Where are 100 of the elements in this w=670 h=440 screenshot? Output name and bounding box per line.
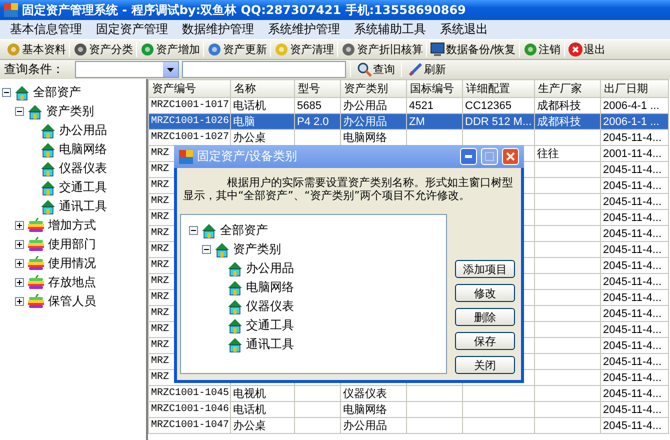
toolbar-button[interactable]: 资产清理 [272,40,336,59]
expand-icon[interactable] [15,221,24,230]
table-cell: MRZC1001-1046 [151,404,230,415]
toolbar-button[interactable]: 资产增加 [138,40,202,59]
table-cell: 2045-11-4... [603,324,662,336]
table-cell: 2045-11-4... [603,260,662,272]
table-cell: 办公用品 [343,420,387,432]
table-cell: MRZ [151,180,170,191]
expand-icon[interactable] [15,259,24,268]
close-button[interactable] [502,148,519,165]
tree-item[interactable]: 办公用品 [246,260,294,277]
refresh-icon [408,62,423,77]
tree-item[interactable]: 全部资产 [33,84,81,101]
table-row[interactable]: MRZC1001-1046 电话机 电脑网络 2045-11-4... [148,402,668,418]
tree-item[interactable]: 交通工具 [246,317,294,334]
column-header[interactable]: 生产厂家 [534,80,600,98]
column-header[interactable]: 详细配置 [462,80,534,98]
tree-item[interactable]: 通讯工具 [246,336,294,353]
tree-item[interactable]: 电脑网络 [59,141,107,158]
column-header[interactable]: 名称 [230,80,294,98]
table-cell: MRZ [151,212,170,223]
table-cell: MRZ [151,340,170,351]
table-cell: 往往 [537,148,559,160]
dialog-title: 固定资产/设备类别 [197,148,298,165]
column-header[interactable]: 资产编号 [148,80,230,98]
tree-item[interactable]: 增加方式 [48,217,96,234]
table-cell: 2045-11-4... [603,308,662,320]
dialog-button[interactable]: 关闭 [455,356,515,374]
table-cell: 2045-11-4... [603,228,662,240]
table-row[interactable]: MRZC1001-1027 办公桌 电脑网络 2045-11-4... [148,130,668,146]
apple-icon [27,236,45,252]
collapse-icon[interactable] [189,226,198,235]
table-cell: MRZ [151,260,170,271]
toolbar-button[interactable]: 退出 [566,40,608,59]
expand-icon[interactable] [15,278,24,287]
tree-item[interactable]: 通讯工具 [59,198,107,215]
tree-item[interactable]: 使用部门 [48,236,96,253]
table-cell: MRZ [151,148,170,159]
dropdown-arrow-icon [167,68,174,72]
dialog-button[interactable]: 保存 [455,332,515,350]
dialog-button[interactable]: 删除 [455,308,515,326]
dialog-button[interactable]: 修改 [455,284,515,302]
collapse-icon[interactable] [15,107,24,116]
toolbar-button[interactable]: 刷新 [406,60,448,79]
apple-icon [27,256,45,272]
tree-item[interactable]: 办公用品 [59,122,107,139]
house-icon [227,318,243,334]
table-cell: 2045-11-4... [603,420,662,432]
tree-item[interactable]: 使用情况 [48,255,96,272]
expand-icon[interactable] [15,240,24,249]
menu-item[interactable]: 系统辅助工具 [348,21,432,38]
collapse-icon[interactable] [202,245,211,254]
tree-item[interactable]: 资产类别 [46,103,94,120]
toolbar-button[interactable]: 基本资料 [4,40,68,59]
house-icon [227,280,243,296]
tree-item[interactable]: 仪器仪表 [59,160,107,177]
maximize-icon [485,152,494,161]
column-header[interactable]: 型号 [294,80,340,98]
house-icon [14,84,30,100]
expand-icon[interactable] [15,297,24,306]
toolbar-button[interactable]: 资产分类 [71,40,135,59]
house-icon [214,242,230,258]
toolbar-button[interactable]: 资产更新 [205,40,269,59]
menu-item[interactable]: 固定资产管理 [90,21,174,38]
table-cell: 电脑网络 [343,132,387,144]
dialog-button[interactable]: 添加项目 [455,260,515,278]
toolbar-button[interactable]: 注销 [520,40,563,59]
table-row[interactable]: MRZC1001-1026 电脑 P4 2.0 办公用品 ZM DDR 512 M... 成都科技 2006-1-1 ... [148,114,668,130]
table-cell: MRZC1001-1045 [151,388,230,399]
column-header[interactable]: 国标编号 [406,80,462,98]
toolbar-button[interactable]: 资产折旧核算 [339,40,425,59]
toolbar-button[interactable]: 数据备份/恢复 [428,40,518,59]
condition-dropdown[interactable] [75,61,179,78]
tree-item[interactable]: 电脑网络 [246,279,294,296]
table-row[interactable]: MRZC1001-1047 办公桌 办公用品 2045-11-4... [148,418,668,434]
table-cell: 仪器仪表 [343,388,387,400]
tree-item[interactable]: 仪器仪表 [246,298,294,315]
table-row[interactable]: MRZC1001-1017 电话机 5685 办公用品 4521 CC12365 成都科技 2006-4-1 ... [148,98,668,114]
column-header[interactable]: 资产类别 [340,80,406,98]
tree-item[interactable]: 全部资产 [220,222,268,239]
toolbar-button[interactable]: 查询 [355,60,397,79]
tree-item[interactable]: 存放地点 [48,274,96,291]
table-row[interactable]: MRZC1001-1045 电视机 仪器仪表 2045-11-4... [148,386,668,402]
table-cell: MRZ [151,356,170,367]
table-cell: MRZ [151,276,170,287]
table-cell: 2006-1-1 ... [603,116,660,128]
minimize-button[interactable] [460,148,477,165]
menu-item[interactable]: 系统维护管理 [262,21,346,38]
table-cell: 电话机 [233,404,266,416]
menu-item[interactable]: 系统退出 [434,21,494,38]
tree-item[interactable]: 资产类别 [233,241,281,258]
query-input-field[interactable] [182,61,346,78]
tree-item[interactable]: 保管人员 [48,293,96,310]
tree-item[interactable]: 交通工具 [59,179,107,196]
table-cell: 2045-11-4... [603,132,662,144]
menu-item[interactable]: 数据维护管理 [176,21,260,38]
collapse-icon[interactable] [2,88,11,97]
column-header[interactable]: 出厂日期 [600,80,668,98]
menu-item[interactable]: 基本信息管理 [4,21,88,38]
table-cell: 2045-11-4... [603,212,662,224]
